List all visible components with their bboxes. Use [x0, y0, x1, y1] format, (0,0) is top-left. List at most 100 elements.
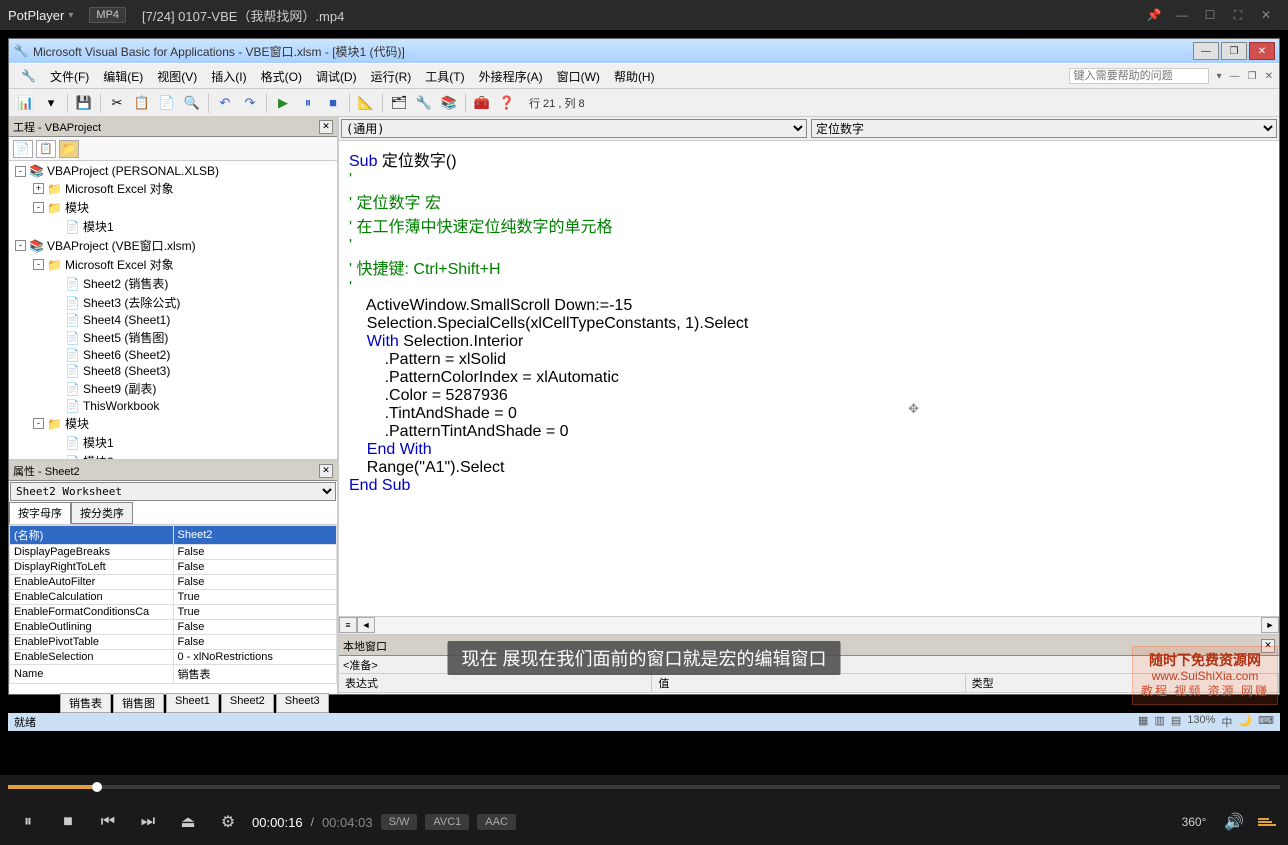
full-module-view-icon[interactable]: ≡ — [339, 617, 357, 633]
code-scrollbar[interactable]: ≡ ◄ ► — [339, 616, 1279, 634]
pause-button[interactable]: ⏸ — [12, 806, 44, 838]
project-explorer-icon[interactable]: 🗂 — [388, 92, 410, 114]
minimize-inner[interactable]: — — [1230, 71, 1240, 82]
view-object-icon[interactable]: 📋 — [36, 140, 56, 158]
zoom-level[interactable]: 130% — [1187, 714, 1215, 730]
sheet-tab[interactable]: 销售图 — [113, 693, 164, 713]
menu-view[interactable]: 视图(V) — [151, 65, 203, 88]
save-icon[interactable]: 💾 — [73, 92, 95, 114]
close-panel-icon[interactable]: ✕ — [319, 120, 333, 134]
tree-node[interactable]: 📄Sheet8 (Sheet3) — [11, 363, 335, 379]
property-value[interactable]: 销售表 — [173, 665, 337, 684]
project-tree[interactable]: -📚VBAProject (PERSONAL.XLSB)+📁Microsoft … — [9, 161, 337, 459]
design-mode-icon[interactable]: 📐 — [355, 92, 377, 114]
property-value[interactable]: False — [173, 575, 337, 590]
next-button[interactable]: ⏭ — [132, 806, 164, 838]
audio-codec-badge[interactable]: AAC — [477, 814, 516, 830]
ime-indicator[interactable]: 中 — [1221, 714, 1232, 730]
maximize-icon[interactable]: ☐ — [1196, 5, 1224, 25]
property-value[interactable]: 0 - xlNoRestrictions — [173, 650, 337, 665]
tree-toggle-icon[interactable]: - — [33, 259, 44, 270]
run-icon[interactable]: ▶ — [272, 92, 294, 114]
property-value[interactable]: False — [173, 560, 337, 575]
360-mode[interactable]: 360° — [1178, 806, 1210, 838]
view-normal-icon[interactable]: ▦ — [1138, 714, 1148, 730]
menu-run[interactable]: 运行(R) — [365, 65, 418, 88]
stop-button[interactable]: ■ — [52, 806, 84, 838]
menu-icon[interactable]: 🔧 — [15, 66, 42, 86]
menu-file[interactable]: 文件(F) — [44, 65, 95, 88]
property-row[interactable]: EnableCalculationTrue — [10, 590, 337, 605]
minimize-icon[interactable]: — — [1168, 5, 1196, 25]
chevron-down-icon[interactable]: ▾ — [68, 10, 73, 21]
excel-sheet-tabs[interactable]: 销售表销售图Sheet1Sheet2Sheet3 — [60, 693, 329, 713]
sheet-tab[interactable]: Sheet3 — [276, 693, 329, 713]
tree-node[interactable]: 📄Sheet6 (Sheet2) — [11, 347, 335, 363]
toolbox-icon[interactable]: 🧰 — [471, 92, 493, 114]
properties-grid[interactable]: (名称)Sheet2DisplayPageBreaksFalseDisplayR… — [9, 524, 337, 694]
property-row[interactable]: EnableSelection0 - xlNoRestrictions — [10, 650, 337, 665]
folder-icon[interactable]: 📁 — [59, 140, 79, 158]
object-browser-icon[interactable]: 📚 — [438, 92, 460, 114]
keyboard-icon[interactable]: ⌨ — [1258, 714, 1274, 730]
property-row[interactable]: EnablePivotTableFalse — [10, 635, 337, 650]
excel-icon[interactable]: 📊 — [15, 92, 37, 114]
tree-toggle-icon[interactable]: - — [15, 166, 26, 177]
property-value[interactable]: True — [173, 605, 337, 620]
tree-node[interactable]: 📄Sheet3 (去除公式) — [11, 293, 335, 312]
help-icon[interactable]: ❓ — [496, 92, 518, 114]
menu-format[interactable]: 格式(O) — [255, 65, 308, 88]
video-codec-badge[interactable]: AVC1 — [425, 814, 469, 830]
restore-button[interactable]: ❐ — [1221, 42, 1247, 60]
property-row[interactable]: (名称)Sheet2 — [10, 526, 337, 545]
menu-help[interactable]: 帮助(H) — [608, 65, 661, 88]
code-object-dropdown[interactable]: (通用) — [341, 119, 807, 138]
tree-node[interactable]: -📁模块 — [11, 198, 335, 217]
menu-tools[interactable]: 工具(T) — [419, 65, 470, 88]
view-code-icon[interactable]: 📄 — [13, 140, 33, 158]
potplayer-logo[interactable]: PotPlayer — [8, 8, 64, 23]
property-value[interactable]: False — [173, 635, 337, 650]
redo-icon[interactable]: ↷ — [239, 92, 261, 114]
tree-node[interactable]: 📄Sheet4 (Sheet1) — [11, 312, 335, 328]
tree-toggle-icon[interactable]: - — [15, 240, 26, 251]
scroll-right-icon[interactable]: ► — [1261, 617, 1279, 633]
sheet-tab[interactable]: Sheet2 — [221, 693, 274, 713]
close-panel-icon[interactable]: ✕ — [319, 464, 333, 478]
property-row[interactable]: DisplayRightToLeftFalse — [10, 560, 337, 575]
vbe-titlebar[interactable]: 🔧 Microsoft Visual Basic for Application… — [9, 39, 1279, 63]
tree-node[interactable]: 📄模块1 — [11, 217, 335, 236]
property-row[interactable]: EnableAutoFilterFalse — [10, 575, 337, 590]
props-tab-alpha[interactable]: 按字母序 — [9, 502, 71, 524]
tree-node[interactable]: 📄模块1 — [11, 433, 335, 452]
sheet-tab[interactable]: Sheet1 — [166, 693, 219, 713]
break-icon[interactable]: ⏸ — [297, 92, 319, 114]
tree-node[interactable]: -📚VBAProject (PERSONAL.XLSB) — [11, 163, 335, 179]
view-break-icon[interactable]: ▤ — [1171, 714, 1181, 730]
close-button[interactable]: ✕ — [1249, 42, 1275, 60]
undo-icon[interactable]: ↶ — [214, 92, 236, 114]
menu-edit[interactable]: 编辑(E) — [97, 65, 149, 88]
tree-node[interactable]: -📁Microsoft Excel 对象 — [11, 255, 335, 274]
menu-addins[interactable]: 外接程序(A) — [473, 65, 549, 88]
cut-icon[interactable]: ✂ — [106, 92, 128, 114]
property-row[interactable]: Name销售表 — [10, 665, 337, 684]
locals-col-expr[interactable]: 表达式 — [339, 674, 652, 692]
dropdown-icon[interactable]: ▾ — [1217, 71, 1222, 82]
tree-toggle-icon[interactable]: + — [33, 183, 44, 194]
property-value[interactable]: True — [173, 590, 337, 605]
minimize-button[interactable]: — — [1193, 42, 1219, 60]
render-mode-badge[interactable]: S/W — [381, 814, 418, 830]
fullscreen-icon[interactable]: ⛶ — [1224, 5, 1252, 25]
tree-node[interactable]: 📄Sheet2 (销售表) — [11, 274, 335, 293]
sheet-tab[interactable]: 销售表 — [60, 693, 111, 713]
props-object-combo[interactable]: Sheet2 Worksheet — [10, 482, 336, 501]
tree-node[interactable]: 📄ThisWorkbook — [11, 398, 335, 414]
property-value[interactable]: False — [173, 620, 337, 635]
property-row[interactable]: DisplayPageBreaksFalse — [10, 545, 337, 560]
property-value[interactable]: False — [173, 545, 337, 560]
properties-icon[interactable]: 🔧 — [413, 92, 435, 114]
eject-button[interactable]: ⏏ — [172, 806, 204, 838]
code-procedure-dropdown[interactable]: 定位数字 — [811, 119, 1277, 138]
prev-button[interactable]: ⏮ — [92, 806, 124, 838]
